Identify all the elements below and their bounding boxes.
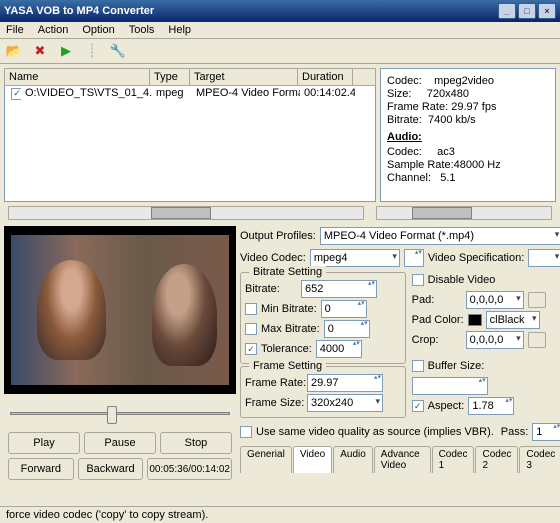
minbr-input[interactable]: 0 [321,300,367,318]
tab-video[interactable]: Video [293,446,332,473]
play-button[interactable]: Play [8,432,80,454]
menu-tools[interactable]: Tools [129,24,155,36]
header-target[interactable]: Target [190,69,298,85]
window-title: YASA VOB to MP4 Converter [4,5,154,17]
status-text: force video codec ('copy' to copy stream… [6,509,208,521]
menubar: File Action Option Tools Help [0,22,560,39]
video-codec-spin[interactable] [404,249,424,267]
backward-button[interactable]: Backward [78,458,144,480]
video-preview [4,226,236,394]
padcolor-swatch [468,314,482,326]
titlebar[interactable]: YASA VOB to MP4 Converter _ □ × [0,0,560,22]
buffer-check[interactable] [412,360,424,372]
bitrate-group: Bitrate Setting Bitrate:652 Min Bitrate:… [240,272,406,364]
minbr-check[interactable] [245,303,257,315]
settings-tabs: Generial Video Audio Advance Video Codec… [240,446,560,473]
row-type: mpeg [152,87,192,100]
video-codec-label: Video Codec: [240,252,306,264]
row-target: MPEO-4 Video Format [192,87,300,100]
crop-input[interactable]: 0,0,0,0 [466,331,524,349]
timecode-display: 00:05:36/00:14:02 [147,458,232,480]
video-spec-label: Video Specification: [428,252,524,264]
media-info-panel: Codec: mpeg2video Size: 720x480 Frame Ra… [380,68,556,202]
status-bar: force video codec ('copy' to copy stream… [0,506,560,523]
open-icon[interactable]: 📂 [4,41,24,61]
crop-button[interactable] [528,332,546,348]
row-name: O:\VIDEO_TS\VTS_01_4.VOB [21,87,152,100]
video-codec-select[interactable]: mpeg4 [310,249,400,267]
maxbr-input[interactable]: 0 [324,320,370,338]
row-duration: 00:14:02.4 [300,87,355,100]
menu-option[interactable]: Option [82,24,114,36]
frame-group: Frame Setting Frame Rate:29.97 Frame Siz… [240,366,406,418]
stop-button[interactable]: Stop [160,432,232,454]
toolbar-separator: ┊ [82,41,102,61]
maxbr-check[interactable] [245,323,257,335]
header-name[interactable]: Name [5,69,150,85]
pad-input[interactable]: 0,0,0,0 [466,291,524,309]
disable-video-check[interactable] [412,274,424,286]
menu-action[interactable]: Action [38,24,69,36]
aspect-input[interactable]: 1.78 [468,397,514,415]
convert-icon[interactable]: ▶ [56,41,76,61]
minimize-button[interactable]: _ [498,3,516,19]
file-list: Name Type Target Duration ✓ O:\VIDEO_TS\… [4,68,376,202]
info-hscroll[interactable] [376,206,552,220]
file-row[interactable]: ✓ O:\VIDEO_TS\VTS_01_4.VOB mpeg MPEO-4 V… [5,86,375,101]
bitrate-input[interactable]: 652 [301,280,377,298]
framerate-input[interactable]: 29.97 [307,374,383,392]
output-profiles-label: Output Profiles: [240,230,316,242]
tab-general[interactable]: Generial [240,446,292,473]
pass-input[interactable]: 1 [532,423,560,441]
tab-codec2[interactable]: Codec 2 [475,446,518,473]
remove-icon[interactable]: ✖ [30,41,50,61]
tab-codec1[interactable]: Codec 1 [432,446,475,473]
seek-slider[interactable] [10,402,230,426]
tab-codec3[interactable]: Codec 3 [519,446,560,473]
tolerance-input[interactable]: 4000 [316,340,362,358]
tool-icon[interactable]: 🔧 [108,41,128,61]
tab-advvideo[interactable]: Advance Video [374,446,431,473]
aspect-check[interactable]: ✓ [412,400,424,412]
pad-button[interactable] [528,292,546,308]
buffer-input[interactable] [412,377,488,395]
menu-file[interactable]: File [6,24,24,36]
video-spec-select[interactable] [528,249,560,267]
filelist-hscroll[interactable] [8,206,364,220]
samequality-check[interactable] [240,426,252,438]
menu-help[interactable]: Help [168,24,191,36]
header-type[interactable]: Type [150,69,190,85]
header-duration[interactable]: Duration [298,69,353,85]
toolbar: 📂 ✖ ▶ ┊ 🔧 [0,39,560,64]
padcolor-select[interactable]: clBlack [486,311,540,329]
framesize-select[interactable]: 320x240 [307,394,383,412]
output-profiles-select[interactable]: MPEO-4 Video Format (*.mp4) [320,227,560,245]
tab-audio[interactable]: Audio [333,446,373,473]
forward-button[interactable]: Forward [8,458,74,480]
close-button[interactable]: × [538,3,556,19]
pause-button[interactable]: Pause [84,432,156,454]
row-checkbox[interactable]: ✓ [11,88,21,100]
tolerance-check[interactable]: ✓ [245,343,257,355]
maximize-button[interactable]: □ [518,3,536,19]
